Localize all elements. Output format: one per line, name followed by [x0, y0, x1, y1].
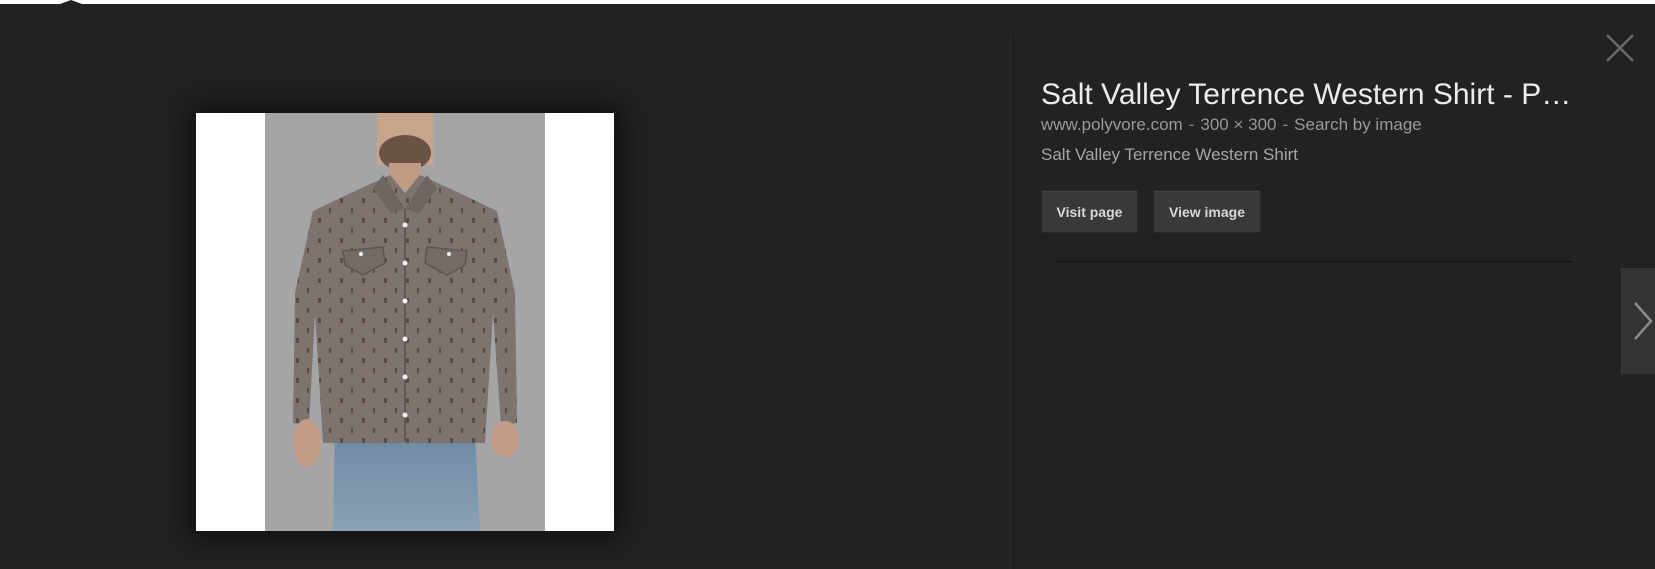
section-divider — [1055, 261, 1573, 262]
preview-image[interactable] — [196, 113, 614, 531]
chevron-right-icon — [1634, 302, 1653, 340]
close-icon — [1606, 34, 1634, 62]
panel-divider — [1013, 33, 1014, 569]
image-dimensions: 300 × 300 — [1200, 115, 1277, 134]
next-result-button[interactable] — [1621, 268, 1655, 374]
result-title[interactable]: Salt Valley Terrence Western Shirt - P… — [1041, 76, 1591, 114]
meta-separator: - — [1188, 115, 1195, 134]
close-button[interactable] — [1604, 32, 1636, 64]
result-description: Salt Valley Terrence Western Shirt — [1041, 145, 1299, 164]
search-by-image-link[interactable]: Search by image — [1294, 115, 1422, 134]
visit-page-button[interactable]: Visit page — [1041, 190, 1138, 233]
meta-separator: - — [1282, 115, 1289, 134]
source-link[interactable]: www.polyvore.com — [1041, 115, 1183, 134]
view-image-button[interactable]: View image — [1153, 190, 1261, 233]
shirt-photo-illustration — [293, 113, 519, 531]
shirt-photo — [265, 113, 545, 531]
result-meta: www.polyvore.com -300 × 300- Search by ima… — [1041, 114, 1422, 136]
